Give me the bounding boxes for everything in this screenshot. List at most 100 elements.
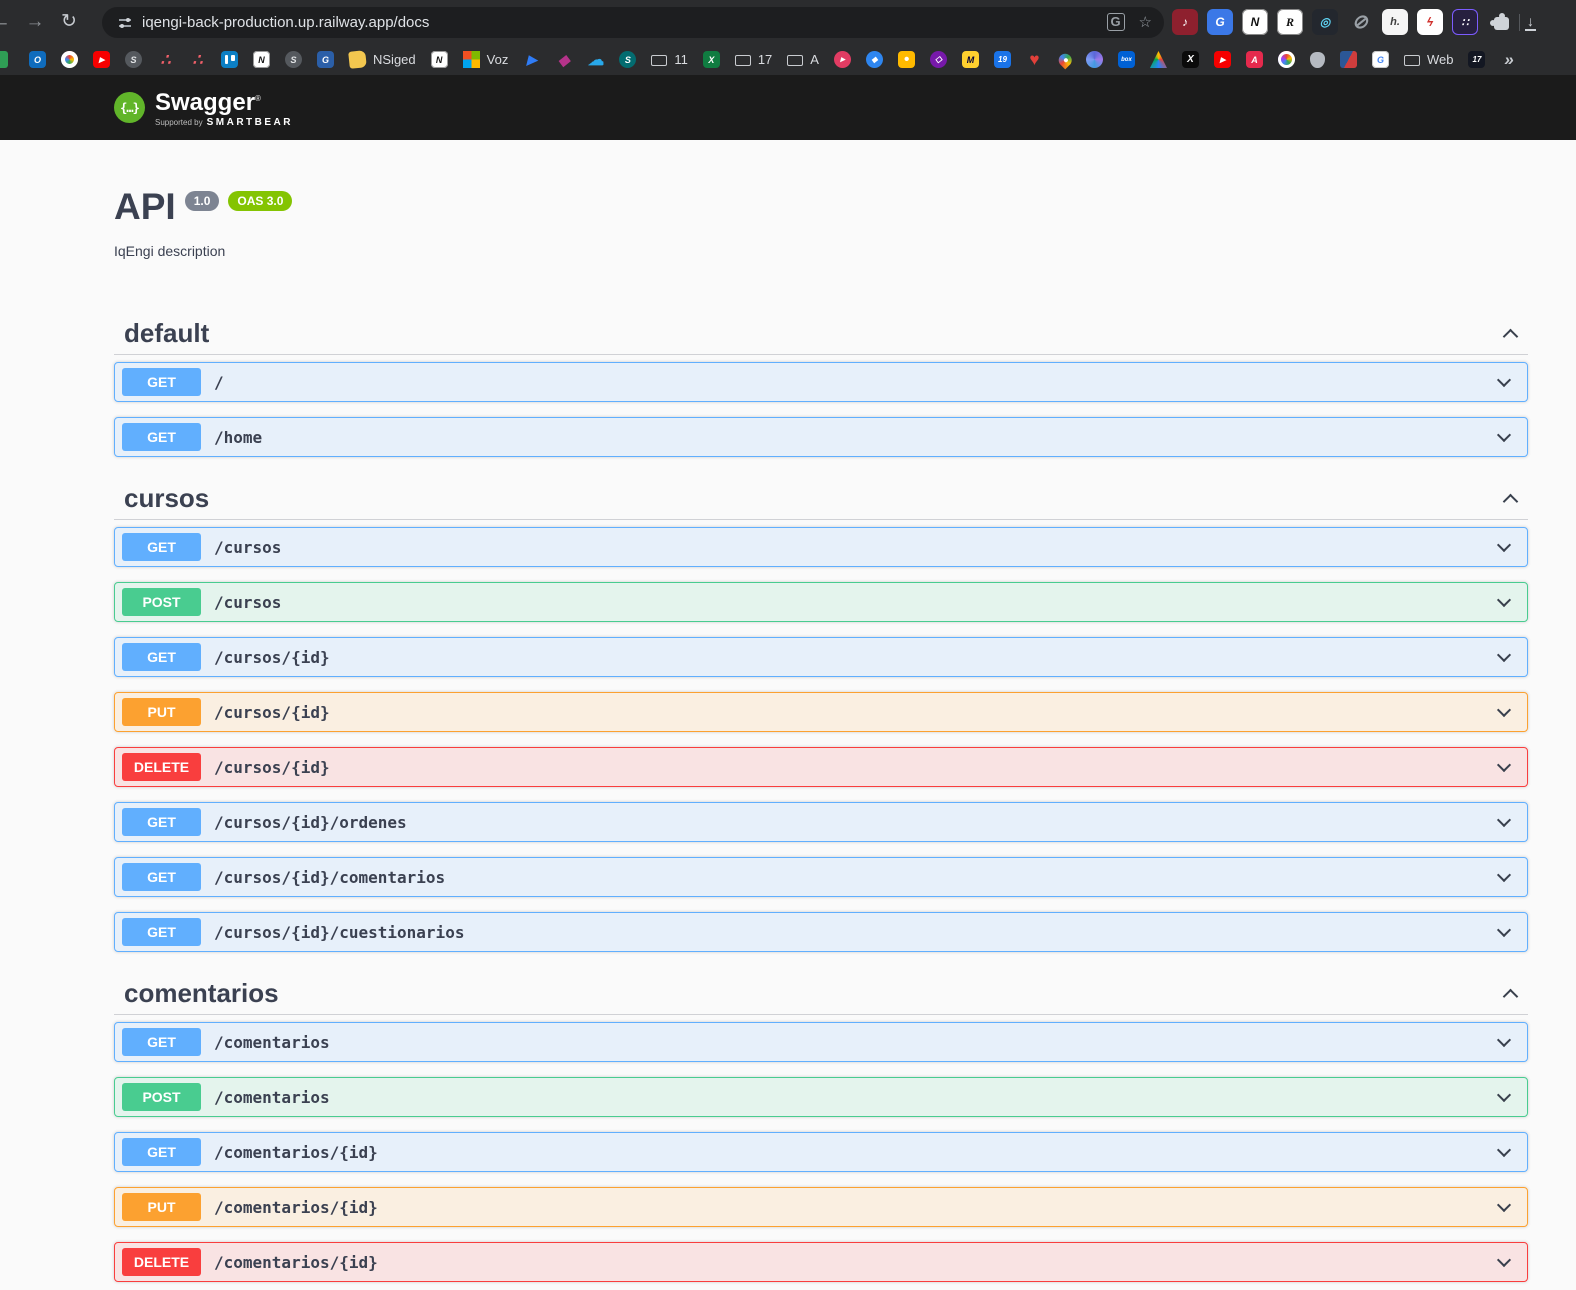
- extension-google-translate[interactable]: G: [1207, 9, 1233, 35]
- extension-notion-clipper[interactable]: N: [1242, 9, 1268, 35]
- opblock-delete-/cursos/{id}[interactable]: DELETE/cursos/{id}: [114, 747, 1528, 787]
- extension-react-devtools[interactable]: ◎: [1312, 9, 1338, 35]
- bookmark-onedrive[interactable]: ☁: [587, 51, 604, 69]
- url-text[interactable]: iqengi-back-production.up.railway.app/do…: [142, 14, 1093, 31]
- expand-operation-icon[interactable]: [1496, 922, 1512, 938]
- bookmark-youtube[interactable]: ▸: [93, 51, 110, 68]
- collapse-section-icon[interactable]: [1502, 988, 1519, 1004]
- extension-pen-circle[interactable]: ⊘: [1347, 9, 1373, 35]
- bookmark-power-apps[interactable]: ◆: [555, 51, 572, 69]
- extensions-puzzle-icon[interactable]: [1488, 9, 1514, 35]
- expand-operation-icon[interactable]: [1496, 867, 1512, 883]
- forward-button[interactable]: →: [18, 0, 52, 44]
- expand-operation-icon[interactable]: [1496, 592, 1512, 608]
- extension-dots-grid[interactable]: ∷: [1452, 9, 1478, 35]
- bookmark-nsiged[interactable]: NSiged: [348, 50, 416, 69]
- bookmark-miro[interactable]: M: [961, 51, 979, 68]
- section-header-cursos[interactable]: cursos: [114, 481, 1528, 520]
- bookmark-asana-dots-2[interactable]: ∴: [189, 51, 206, 69]
- section-header-default[interactable]: default: [114, 316, 1528, 355]
- chrome-colorful-app-icon: [61, 51, 78, 68]
- bookmark-notion-2[interactable]: N: [430, 51, 448, 68]
- expand-operation-icon[interactable]: [1496, 427, 1512, 443]
- bookmark-excel[interactable]: X: [702, 51, 720, 68]
- bookmark-youtube-2[interactable]: ▸: [1213, 51, 1231, 68]
- opblock-get-/cursos[interactable]: GET/cursos: [114, 527, 1528, 567]
- address-bar[interactable]: iqengi-back-production.up.railway.app/do…: [102, 6, 1164, 38]
- bookmark-apple[interactable]: [1309, 51, 1325, 68]
- collapse-section-icon[interactable]: [1502, 328, 1519, 344]
- bookmark-power-automate[interactable]: ▶: [523, 51, 540, 68]
- expand-operation-icon[interactable]: [1496, 757, 1512, 773]
- expand-operation-icon[interactable]: [1496, 647, 1512, 663]
- bookmark-bookmarks-overflow[interactable]: »: [1500, 51, 1517, 68]
- section-header-comentarios[interactable]: comentarios: [114, 976, 1528, 1015]
- bookmark-folder-11[interactable]: 11: [651, 52, 688, 67]
- bookmark-gray-globe[interactable]: S: [125, 51, 142, 68]
- opblock-put-/cursos/{id}[interactable]: PUT/cursos/{id}: [114, 692, 1528, 732]
- expand-operation-icon[interactable]: [1496, 1032, 1512, 1048]
- collapse-section-icon[interactable]: [1502, 493, 1519, 509]
- bookmark-purple-diamond-circle[interactable]: ◇: [929, 51, 947, 68]
- reload-button[interactable]: ↻: [52, 0, 86, 44]
- bookmark-sharepoint[interactable]: S: [619, 51, 637, 68]
- bookmark-chrome-colorful-app[interactable]: [61, 51, 78, 68]
- opblock-get-/cursos/{id}/comentarios[interactable]: GET/cursos/{id}/comentarios: [114, 857, 1528, 897]
- bookmark-microsoft-voz[interactable]: Voz: [462, 51, 508, 68]
- expand-operation-icon[interactable]: [1496, 702, 1512, 718]
- downloads-button[interactable]: ↓: [1525, 13, 1536, 31]
- bookmark-tradingview[interactable]: 17: [1468, 51, 1486, 68]
- bookmark-gray-globe-2[interactable]: S: [285, 51, 302, 68]
- bookmark-folder-web[interactable]: Web: [1403, 52, 1453, 67]
- bookmark-swirl-app[interactable]: [1085, 51, 1103, 68]
- bookmark-star-icon[interactable]: ☆: [1139, 13, 1152, 31]
- bookmark-google-drive[interactable]: [1149, 51, 1167, 68]
- opblock-get-/home[interactable]: GET/home: [114, 417, 1528, 457]
- opblock-post-/cursos[interactable]: POST/cursos: [114, 582, 1528, 622]
- bookmark-x-twitter[interactable]: X: [1181, 51, 1199, 68]
- opblock-delete-/comentarios/{id}[interactable]: DELETE/comentarios/{id}: [114, 1242, 1528, 1282]
- expand-operation-icon[interactable]: [1496, 537, 1512, 553]
- bookmark-folder-17[interactable]: 17: [734, 52, 772, 67]
- extension-readwise[interactable]: R: [1277, 9, 1303, 35]
- bookmark-google-maps[interactable]: [1055, 51, 1075, 70]
- bookmark-google-keep[interactable]: •: [897, 51, 915, 68]
- back-button[interactable]: ←: [0, 0, 18, 44]
- opblock-get-/comentarios[interactable]: GET/comentarios: [114, 1022, 1528, 1062]
- bookmark-notion[interactable]: N: [253, 51, 270, 68]
- opblock-post-/comentarios[interactable]: POST/comentarios: [114, 1077, 1528, 1117]
- bookmark-split-shape[interactable]: [1339, 51, 1357, 68]
- gray-globe-2-icon: S: [285, 51, 302, 68]
- expand-operation-icon[interactable]: [1496, 812, 1512, 828]
- bookmark-box[interactable]: box: [1117, 51, 1135, 68]
- bookmark-heart[interactable]: ♥: [1026, 51, 1043, 68]
- bookmark-outlook[interactable]: O: [29, 51, 46, 68]
- excel-icon: X: [702, 51, 720, 68]
- bookmark-rainbow-m[interactable]: [1277, 51, 1295, 68]
- opblock-put-/comentarios/{id}[interactable]: PUT/comentarios/{id}: [114, 1187, 1528, 1227]
- expand-operation-icon[interactable]: [1496, 1087, 1512, 1103]
- bookmark-google-translate-fav[interactable]: G: [1371, 51, 1389, 68]
- bookmark-g-docs-blue[interactable]: G: [317, 51, 334, 68]
- opblock-get-/cursos/{id}/cuestionarios[interactable]: GET/cursos/{id}/cuestionarios: [114, 912, 1528, 952]
- expand-operation-icon[interactable]: [1496, 1252, 1512, 1268]
- expand-operation-icon[interactable]: [1496, 1197, 1512, 1213]
- bookmark-asana-dots[interactable]: ∴: [157, 51, 174, 69]
- bookmark-folder-a[interactable]: A: [787, 52, 819, 67]
- site-settings-icon[interactable]: [118, 15, 132, 29]
- bookmark-pink-gear[interactable]: ▸: [833, 51, 851, 68]
- expand-operation-icon[interactable]: [1496, 1142, 1512, 1158]
- bookmark-blue-diamond-circle[interactable]: ◆: [865, 51, 883, 68]
- expand-operation-icon[interactable]: [1496, 372, 1512, 388]
- extension-zigzag[interactable]: ϟ: [1417, 9, 1443, 35]
- opblock-get-/cursos/{id}[interactable]: GET/cursos/{id}: [114, 637, 1528, 677]
- opblock-get-/comentarios/{id}[interactable]: GET/comentarios/{id}: [114, 1132, 1528, 1172]
- opblock-get-/cursos/{id}/ordenes[interactable]: GET/cursos/{id}/ordenes: [114, 802, 1528, 842]
- extension-read-aloud[interactable]: ♪: [1172, 9, 1198, 35]
- translate-page-icon[interactable]: G: [1106, 13, 1125, 31]
- opblock-get-/[interactable]: GET /: [114, 362, 1528, 402]
- extension-hypothesis[interactable]: h.: [1382, 9, 1408, 35]
- bookmark-gcal-19[interactable]: 19: [993, 51, 1011, 68]
- bookmark-trello[interactable]: [221, 51, 238, 68]
- bookmark-red-a[interactable]: A: [1245, 51, 1263, 68]
